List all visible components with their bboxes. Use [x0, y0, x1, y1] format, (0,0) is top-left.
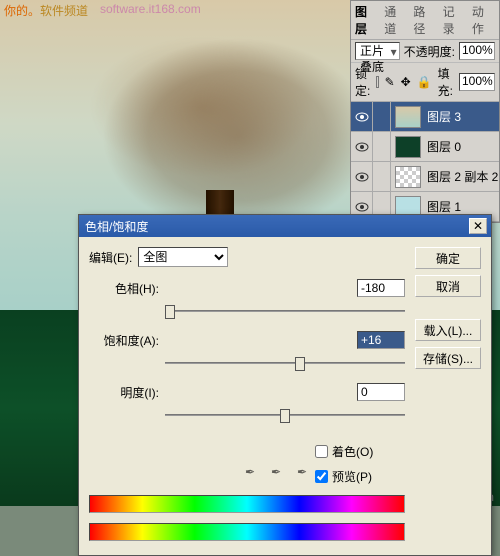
slider-thumb[interactable]	[280, 409, 290, 423]
layer-name[interactable]: 图层 3	[425, 108, 499, 125]
tab-history[interactable]: 记录	[443, 3, 466, 37]
fill-input[interactable]: 100%	[459, 73, 495, 91]
colorize-label: 着色(O)	[332, 443, 373, 460]
layers-panel: 图层 通道 路径 记录 动作 正片叠底 不透明度: 100% 锁定: ✎ ✥ 🔒…	[350, 0, 500, 223]
layer-name[interactable]: 图层 0	[425, 138, 499, 155]
lightness-row: 明度(I): 0	[89, 383, 405, 401]
slider-thumb[interactable]	[165, 305, 175, 319]
tab-layers[interactable]: 图层	[355, 3, 378, 37]
saturation-label: 饱和度(A):	[89, 332, 159, 349]
cancel-button[interactable]: 取消	[415, 275, 481, 297]
tab-actions[interactable]: 动作	[472, 3, 495, 37]
visibility-icon[interactable]	[351, 132, 373, 161]
saturation-slider[interactable]	[165, 353, 405, 373]
layer-row[interactable]: 图层 0	[351, 132, 499, 162]
eyedropper-add-icon[interactable]: ✒	[271, 465, 289, 483]
preview-row: 预览(P)	[315, 468, 405, 485]
colorize-checkbox[interactable]	[315, 445, 328, 458]
watermark-url: software.it168.com	[100, 2, 201, 16]
link-cell[interactable]	[373, 102, 391, 131]
panel-tabs: 图层 通道 路径 记录 动作	[351, 1, 499, 40]
hue-label: 色相(H):	[89, 280, 159, 297]
dialog-titlebar[interactable]: 色相/饱和度 ✕	[79, 215, 491, 237]
visibility-icon[interactable]	[351, 162, 373, 191]
save-button[interactable]: 存储(S)...	[415, 347, 481, 369]
hue-saturation-dialog: 色相/饱和度 ✕ 编辑(E): 全图 色相(H): -180 饱和度(A): +…	[78, 214, 492, 556]
close-icon[interactable]: ✕	[469, 218, 487, 234]
visibility-icon[interactable]	[351, 102, 373, 131]
tab-paths[interactable]: 路径	[413, 3, 436, 37]
lock-all-icon[interactable]: 🔒	[417, 75, 432, 89]
lock-move-icon[interactable]: ✥	[401, 75, 411, 89]
load-button[interactable]: 载入(L)...	[415, 319, 481, 341]
edit-label: 编辑(E):	[89, 249, 132, 266]
saturation-input[interactable]: +16	[357, 331, 405, 349]
watermark-top-left: 你的。软件频道	[4, 2, 88, 19]
lightness-input[interactable]: 0	[357, 383, 405, 401]
layer-thumbnail[interactable]	[395, 166, 421, 188]
eyedropper-subtract-icon[interactable]: ✒	[297, 465, 315, 483]
link-cell[interactable]	[373, 162, 391, 191]
hue-slider[interactable]	[165, 301, 405, 321]
layers-list: 图层 3 图层 0 图层 2 副本 2 图层 1	[351, 102, 499, 222]
opacity-label: 不透明度:	[404, 43, 455, 60]
slider-thumb[interactable]	[295, 357, 305, 371]
dialog-controls: 编辑(E): 全图 色相(H): -180 饱和度(A): +16 明度(I):	[89, 247, 405, 545]
layer-thumbnail[interactable]	[395, 106, 421, 128]
hue-spectrum-bar	[89, 495, 405, 513]
blend-mode-select[interactable]: 正片叠底	[355, 42, 400, 60]
saturation-row: 饱和度(A): +16	[89, 331, 405, 349]
dialog-title: 色相/饱和度	[83, 218, 469, 235]
edit-select[interactable]: 全图	[138, 247, 228, 267]
ok-button[interactable]: 确定	[415, 247, 481, 269]
link-cell[interactable]	[373, 132, 391, 161]
hue-spectrum-bar-shifted	[89, 523, 405, 541]
layer-thumbnail[interactable]	[395, 136, 421, 158]
preview-checkbox[interactable]	[315, 470, 328, 483]
layer-name[interactable]: 图层 2 副本 2	[425, 168, 499, 185]
lightness-slider[interactable]	[165, 405, 405, 425]
lock-transparency-icon[interactable]	[376, 76, 378, 88]
fill-label: 填充:	[438, 65, 453, 99]
colorize-row: 着色(O)	[315, 443, 405, 460]
layer-row[interactable]: 图层 3	[351, 102, 499, 132]
tab-channels[interactable]: 通道	[384, 3, 407, 37]
hue-input[interactable]: -180	[357, 279, 405, 297]
hue-row: 色相(H): -180	[89, 279, 405, 297]
eyedropper-icon[interactable]: ✒	[245, 465, 263, 483]
layer-name[interactable]: 图层 1	[425, 198, 499, 215]
eyedropper-group: ✒ ✒ ✒	[89, 465, 315, 483]
layer-row[interactable]: 图层 2 副本 2	[351, 162, 499, 192]
lightness-label: 明度(I):	[89, 384, 159, 401]
blend-opacity-row: 正片叠底 不透明度: 100%	[351, 40, 499, 63]
lock-brush-icon[interactable]: ✎	[385, 75, 395, 89]
dialog-buttons: 确定 取消 载入(L)... 存储(S)...	[415, 247, 481, 545]
preview-label: 预览(P)	[332, 468, 372, 485]
edit-row: 编辑(E): 全图	[89, 247, 405, 267]
opacity-input[interactable]: 100%	[459, 42, 495, 60]
